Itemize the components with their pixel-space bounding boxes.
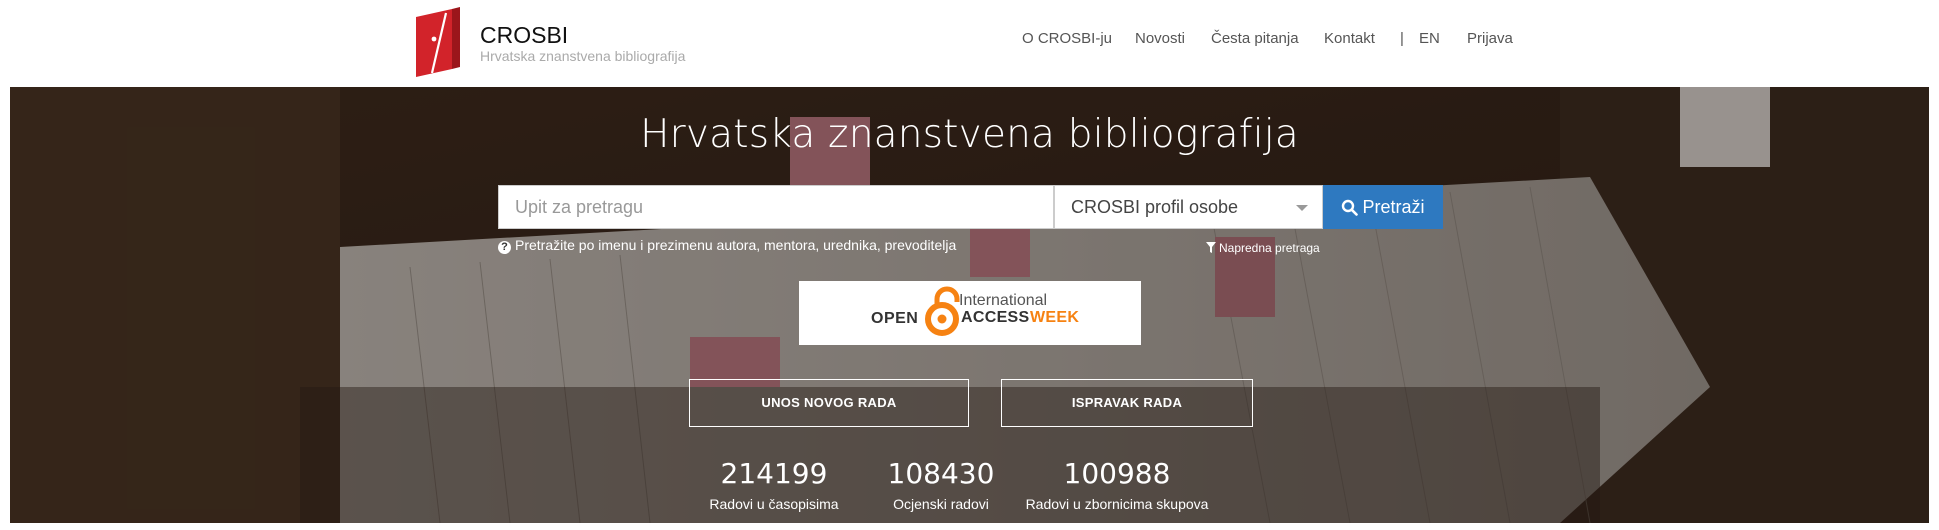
brand-name[interactable]: CROSBI <box>480 22 568 49</box>
nav-contact[interactable]: Kontakt <box>1324 30 1375 47</box>
banner-international: International <box>959 292 1048 309</box>
nav-faq[interactable]: Česta pitanja <box>1211 30 1299 47</box>
top-navbar: CROSBI Hrvatska znanstvena bibliografija… <box>0 0 1939 87</box>
filter-icon <box>1206 242 1216 253</box>
search-button[interactable]: Pretraži <box>1323 185 1443 229</box>
new-entry-button[interactable]: UNOS NOVOG RADA <box>689 379 969 427</box>
stat-theses-label: Ocjenski radovi <box>893 496 989 512</box>
stat-journals-count: 214199 <box>720 457 828 490</box>
advanced-search-link[interactable]: Napredna pretraga <box>1206 241 1320 255</box>
nav-login[interactable]: Prijava <box>1467 30 1513 47</box>
question-icon: ? <box>498 241 511 254</box>
banner-week: WEEK <box>1030 309 1080 326</box>
correction-button[interactable]: ISPRAVAK RADA <box>1001 379 1253 427</box>
banner-access: ACCESS <box>961 309 1030 326</box>
search-input[interactable]: Upit za pretragu <box>498 185 1054 229</box>
nav-language-en[interactable]: EN <box>1419 30 1440 47</box>
search-type-select[interactable]: CROSBI profil osobe <box>1054 185 1323 229</box>
stat-proceedings-label: Radovi u zbornicima skupova <box>1025 496 1209 512</box>
nav-about[interactable]: O CROSBI-ju <box>1022 30 1112 47</box>
advanced-search-label: Napredna pretraga <box>1219 241 1320 255</box>
hero-section: Hrvatska znanstvena bibliografija Upit z… <box>10 87 1929 523</box>
search-button-label: Pretraži <box>1362 197 1425 217</box>
crosbi-logo[interactable] <box>414 7 462 77</box>
hero-title: Hrvatska znanstvena bibliografija <box>640 112 1299 157</box>
stat-theses-count: 108430 <box>887 457 995 490</box>
nav-news[interactable]: Novosti <box>1135 30 1185 47</box>
search-type-value: CROSBI profil osobe <box>1071 197 1239 217</box>
open-access-week-banner[interactable]: International OPEN ACCESS WEEK <box>799 281 1141 345</box>
search-icon <box>1342 199 1359 216</box>
search-help: ? Pretražite po imenu i prezimenu autora,… <box>498 237 956 254</box>
nav-separator: | <box>1400 30 1404 47</box>
search-help-text: Pretražite po imenu i prezimenu autora, … <box>515 237 957 253</box>
brand-subtitle: Hrvatska znanstvena bibliografija <box>480 48 686 64</box>
stat-proceedings-count: 100988 <box>1063 457 1171 490</box>
chevron-down-icon <box>1296 205 1308 211</box>
banner-open: OPEN <box>871 310 919 327</box>
